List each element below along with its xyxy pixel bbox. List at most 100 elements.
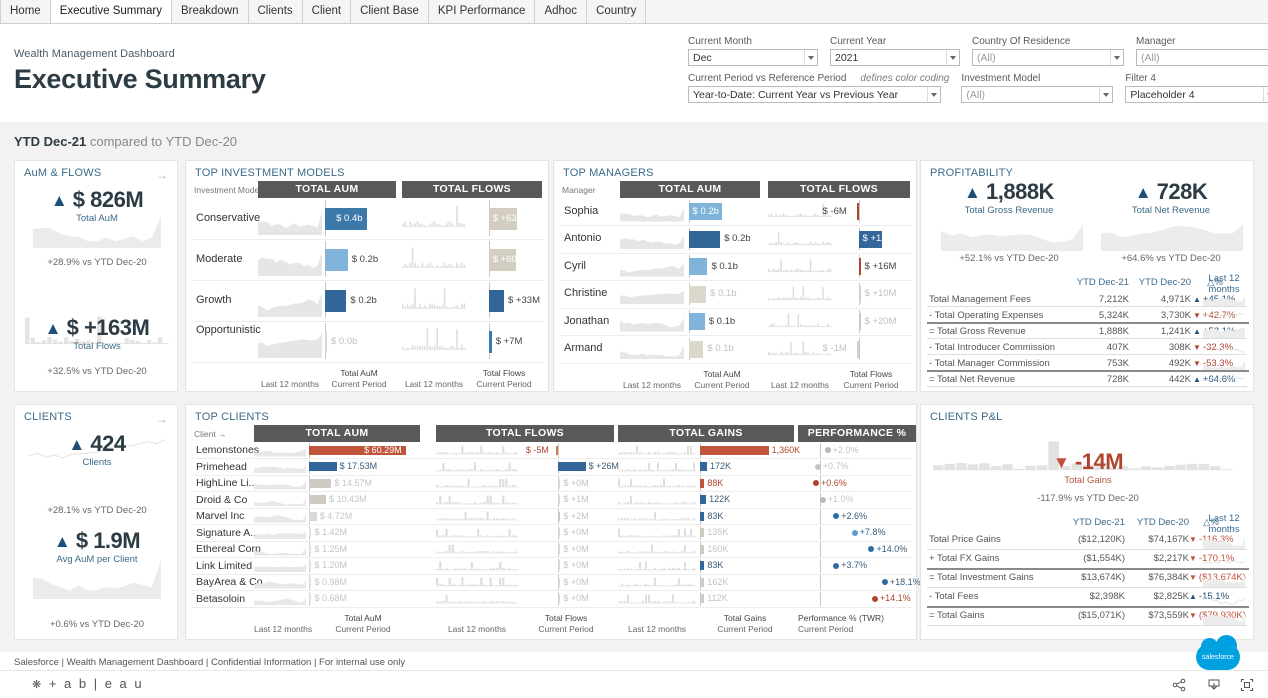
filter-current-month-select[interactable]: Dec: [688, 49, 818, 66]
sparkline-bars: [618, 462, 696, 471]
value-bar: [558, 594, 561, 604]
arrow-right-icon[interactable]: →: [156, 168, 168, 182]
twr-label: +18.1%: [889, 576, 921, 587]
trend-down-icon: ▼: [1189, 554, 1197, 563]
filter-manager: Manager (All): [1136, 36, 1268, 66]
trend-down-icon: ▼: [1189, 573, 1197, 582]
sparkline-bars: [402, 205, 466, 227]
sparkline-bars: [402, 247, 466, 268]
share-icon[interactable]: [1172, 678, 1186, 697]
tab-executive-summary[interactable]: Executive Summary: [50, 0, 172, 23]
column-header-1: TOTAL FLOWS: [436, 425, 614, 442]
tab-clients[interactable]: Clients: [248, 0, 303, 23]
column-header-1: TOTAL FLOWS: [402, 181, 542, 198]
axis-left-caption: Last 12 months: [622, 380, 682, 390]
sparkline-area: [258, 293, 322, 317]
arrow-right-icon[interactable]: →: [156, 412, 168, 426]
value-bar: [858, 258, 861, 276]
row-divider: [560, 225, 912, 226]
row-label: Sophia: [564, 204, 599, 217]
kpi-delta: +64.6% vs YTD Dec-20: [1121, 253, 1221, 264]
dashboard-eyebrow: Wealth Management Dashboard: [14, 48, 175, 60]
tab-client-base[interactable]: Client Base: [351, 0, 429, 23]
tab-label: Breakdown: [180, 5, 239, 18]
sparkline-bars: [402, 288, 466, 309]
value-label: $ 0.1b: [711, 260, 738, 272]
tab-bar: Home Executive Summary Breakdown Clients Cli…: [0, 0, 1268, 24]
filter-period-compare-select[interactable]: Year-to-Date: Current Year vs Previous Y…: [688, 86, 941, 103]
axis-left-caption: Last 12 months: [260, 379, 320, 389]
value-label: $ +1M: [563, 494, 589, 505]
axis-left-caption: Last 12 months: [627, 624, 687, 634]
row-label: BayArea & Co: [196, 576, 263, 588]
download-icon[interactable]: [1207, 678, 1221, 697]
filter-current-year-select[interactable]: 2021: [830, 49, 960, 66]
twr-label: +7.8%: [859, 527, 886, 538]
value-bar: [688, 258, 708, 276]
table-cell-current: ($15,071K): [1077, 610, 1125, 621]
value-label: $ 10.43M: [329, 494, 367, 505]
tab-client[interactable]: Client: [302, 0, 352, 23]
value-label: $ 17.53M: [339, 461, 378, 472]
value-label: $ -5M: [525, 444, 549, 455]
filter-manager-select[interactable]: (All): [1136, 49, 1268, 66]
filter-country-select[interactable]: (All): [972, 49, 1124, 66]
axis-left-caption: Last 12 months: [254, 624, 313, 634]
table-row-label: = Total Investment Gains: [929, 572, 1034, 583]
tab-home[interactable]: Home: [0, 0, 51, 23]
panel-clients-pl: CLIENTS P&L ▼ -14M Total Gains -117.9% vs Y…: [920, 404, 1254, 640]
chevron-down-icon[interactable]: [1263, 87, 1268, 102]
table-cell-current: 753K: [1106, 358, 1129, 369]
panel-title-top-managers: TOP MANAGERS: [563, 167, 654, 179]
row-divider: [192, 474, 912, 476]
tab-breakdown[interactable]: Breakdown: [171, 0, 249, 23]
kpi-delta: +28.9% vs YTD Dec-20: [47, 257, 147, 268]
row-divider: [192, 573, 912, 575]
sparkline-bars: [768, 259, 832, 273]
panel-title-top-clients: TOP CLIENTS: [195, 411, 269, 423]
value-label: $ +0M: [563, 593, 589, 604]
fullscreen-icon[interactable]: [1240, 678, 1254, 697]
chevron-down-icon[interactable]: [927, 87, 940, 102]
tab-kpi-performance[interactable]: KPI Performance: [428, 0, 536, 23]
twr-label: +3.7%: [841, 560, 867, 571]
kpi-number: $ 826M: [72, 187, 144, 212]
tab-adhoc[interactable]: Adhoc: [535, 0, 588, 23]
chevron-down-icon[interactable]: [1110, 50, 1123, 65]
kpi-value: ▲ $ 826M: [15, 189, 179, 211]
axis-reference-line: [820, 558, 821, 573]
value-label: $ -1M: [822, 343, 847, 355]
chevron-down-icon[interactable]: [946, 50, 959, 65]
table-cell-previous: 4,971K: [1160, 294, 1191, 305]
tab-country[interactable]: Country: [587, 0, 647, 23]
column-header-1: TOTAL FLOWS: [768, 181, 910, 198]
value-bar: [558, 478, 561, 488]
kpi-block: ▲ $ 1.9M Avg AuM per Client: [15, 530, 179, 566]
table-cell-previous: $2,825K: [1153, 591, 1189, 602]
sparkline-area: [1203, 360, 1245, 370]
sparkline-line: [1203, 376, 1245, 382]
chevron-down-icon[interactable]: [804, 50, 817, 65]
axis-metric-caption: Total Flows: [544, 613, 588, 623]
axis-metric-caption: Performance % (TWR): [798, 613, 884, 623]
tableau-logo: ❋ + a b | e a u: [32, 676, 144, 691]
filter-4-select[interactable]: Placeholder 4: [1125, 86, 1268, 103]
panel-title-aum-flows: AuM & FLOWS: [24, 167, 102, 179]
value-label: $ +20M: [864, 315, 897, 327]
column-header-0: TOTAL AUM: [620, 181, 760, 198]
row-label: Opportunistic: [196, 324, 261, 336]
axis-left-caption: Last 12 months: [447, 624, 507, 634]
twr-dot: [814, 463, 821, 470]
value-bar: [558, 495, 561, 505]
table-rule: [927, 322, 1249, 324]
twr-dot: [851, 529, 858, 536]
filter-investment-model-select[interactable]: (All): [961, 86, 1114, 103]
sparkline-area: [254, 547, 306, 556]
value-label: $ 0.2b: [692, 205, 719, 217]
filter-investment-model: Investment Model (All): [961, 73, 1114, 103]
value-label: $ +7M: [495, 335, 523, 347]
trend-up-icon: ▲: [1193, 327, 1201, 336]
value-label: $ +2M: [563, 510, 589, 521]
chevron-down-icon[interactable]: [1099, 87, 1112, 102]
sparkline-area: [254, 563, 306, 572]
